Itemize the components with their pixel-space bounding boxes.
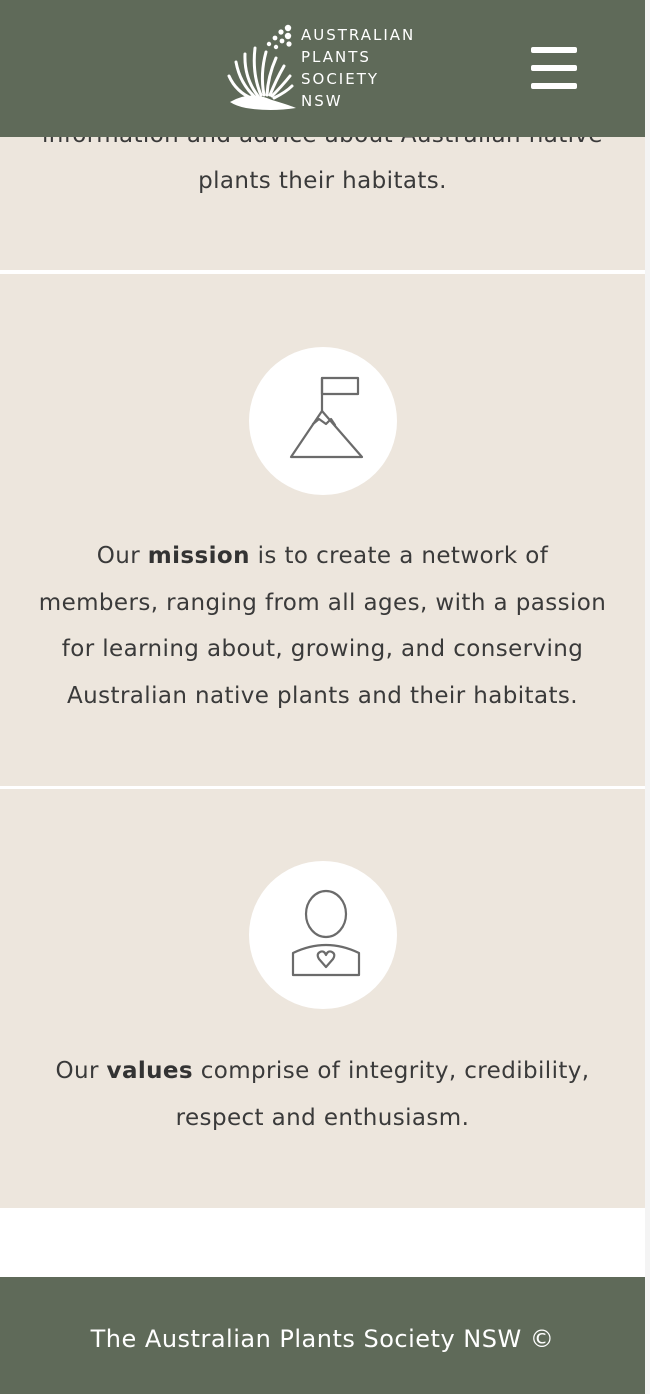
mission-prefix: Our (96, 543, 141, 569)
mission-line-1-rest: is to create a network of (249, 543, 549, 569)
values-section: Our values comprise of integrity, credib… (0, 789, 645, 1208)
site-footer: The Australian Plants Society NSW © (0, 1277, 645, 1394)
menu-bar-bottom (531, 83, 577, 89)
menu-bar-middle (531, 65, 577, 71)
mission-icon-circle (249, 347, 397, 495)
logo-line-3: SOCIETY (301, 70, 380, 88)
scroll-edge (645, 0, 650, 1394)
mission-line-3: for learning about, growing, and conserv… (61, 636, 584, 662)
footer-copyright: The Australian Plants Society NSW © (90, 1325, 555, 1353)
values-prefix: Our (55, 1058, 99, 1084)
values-keyword: values (106, 1058, 194, 1084)
mission-keyword: mission (147, 543, 250, 569)
logo-line-2: PLANTS (301, 48, 371, 66)
intro-text-line-2: plants their habitats. (198, 168, 447, 194)
values-line-1-rest: comprise of integrity, credibility, (193, 1058, 590, 1084)
mission-line-2: members, ranging from all ages, with a p… (38, 589, 607, 616)
values-line-2: respect and enthusiasm. (175, 1104, 470, 1131)
logo-line-1: AUSTRALIAN (301, 26, 416, 44)
person-heart-icon (291, 889, 361, 977)
mission-line-4: Australian native plants and their habit… (67, 682, 578, 709)
waratah-flower-icon (227, 24, 296, 110)
hamburger-menu-icon[interactable] (531, 47, 577, 89)
values-icon-circle (249, 861, 397, 1009)
site-header: AUSTRALIAN PLANTS SOCIETY NSW (0, 0, 645, 137)
mission-statement: Our mission is to create a network of me… (0, 533, 645, 719)
mission-line-1: Our mission is to create a network of (0, 533, 645, 580)
logo-line-4: NSW (301, 92, 343, 110)
mountain-flag-icon (289, 376, 364, 459)
values-line-1: Our values comprise of integrity, credib… (0, 1048, 645, 1095)
logo-text: AUSTRALIAN PLANTS SOCIETY NSW (301, 24, 415, 112)
site-logo[interactable]: AUSTRALIAN PLANTS SOCIETY NSW (226, 22, 421, 112)
mission-section: Our mission is to create a network of me… (0, 274, 645, 786)
menu-bar-top (531, 47, 577, 53)
values-statement: Our values comprise of integrity, credib… (0, 1048, 645, 1141)
